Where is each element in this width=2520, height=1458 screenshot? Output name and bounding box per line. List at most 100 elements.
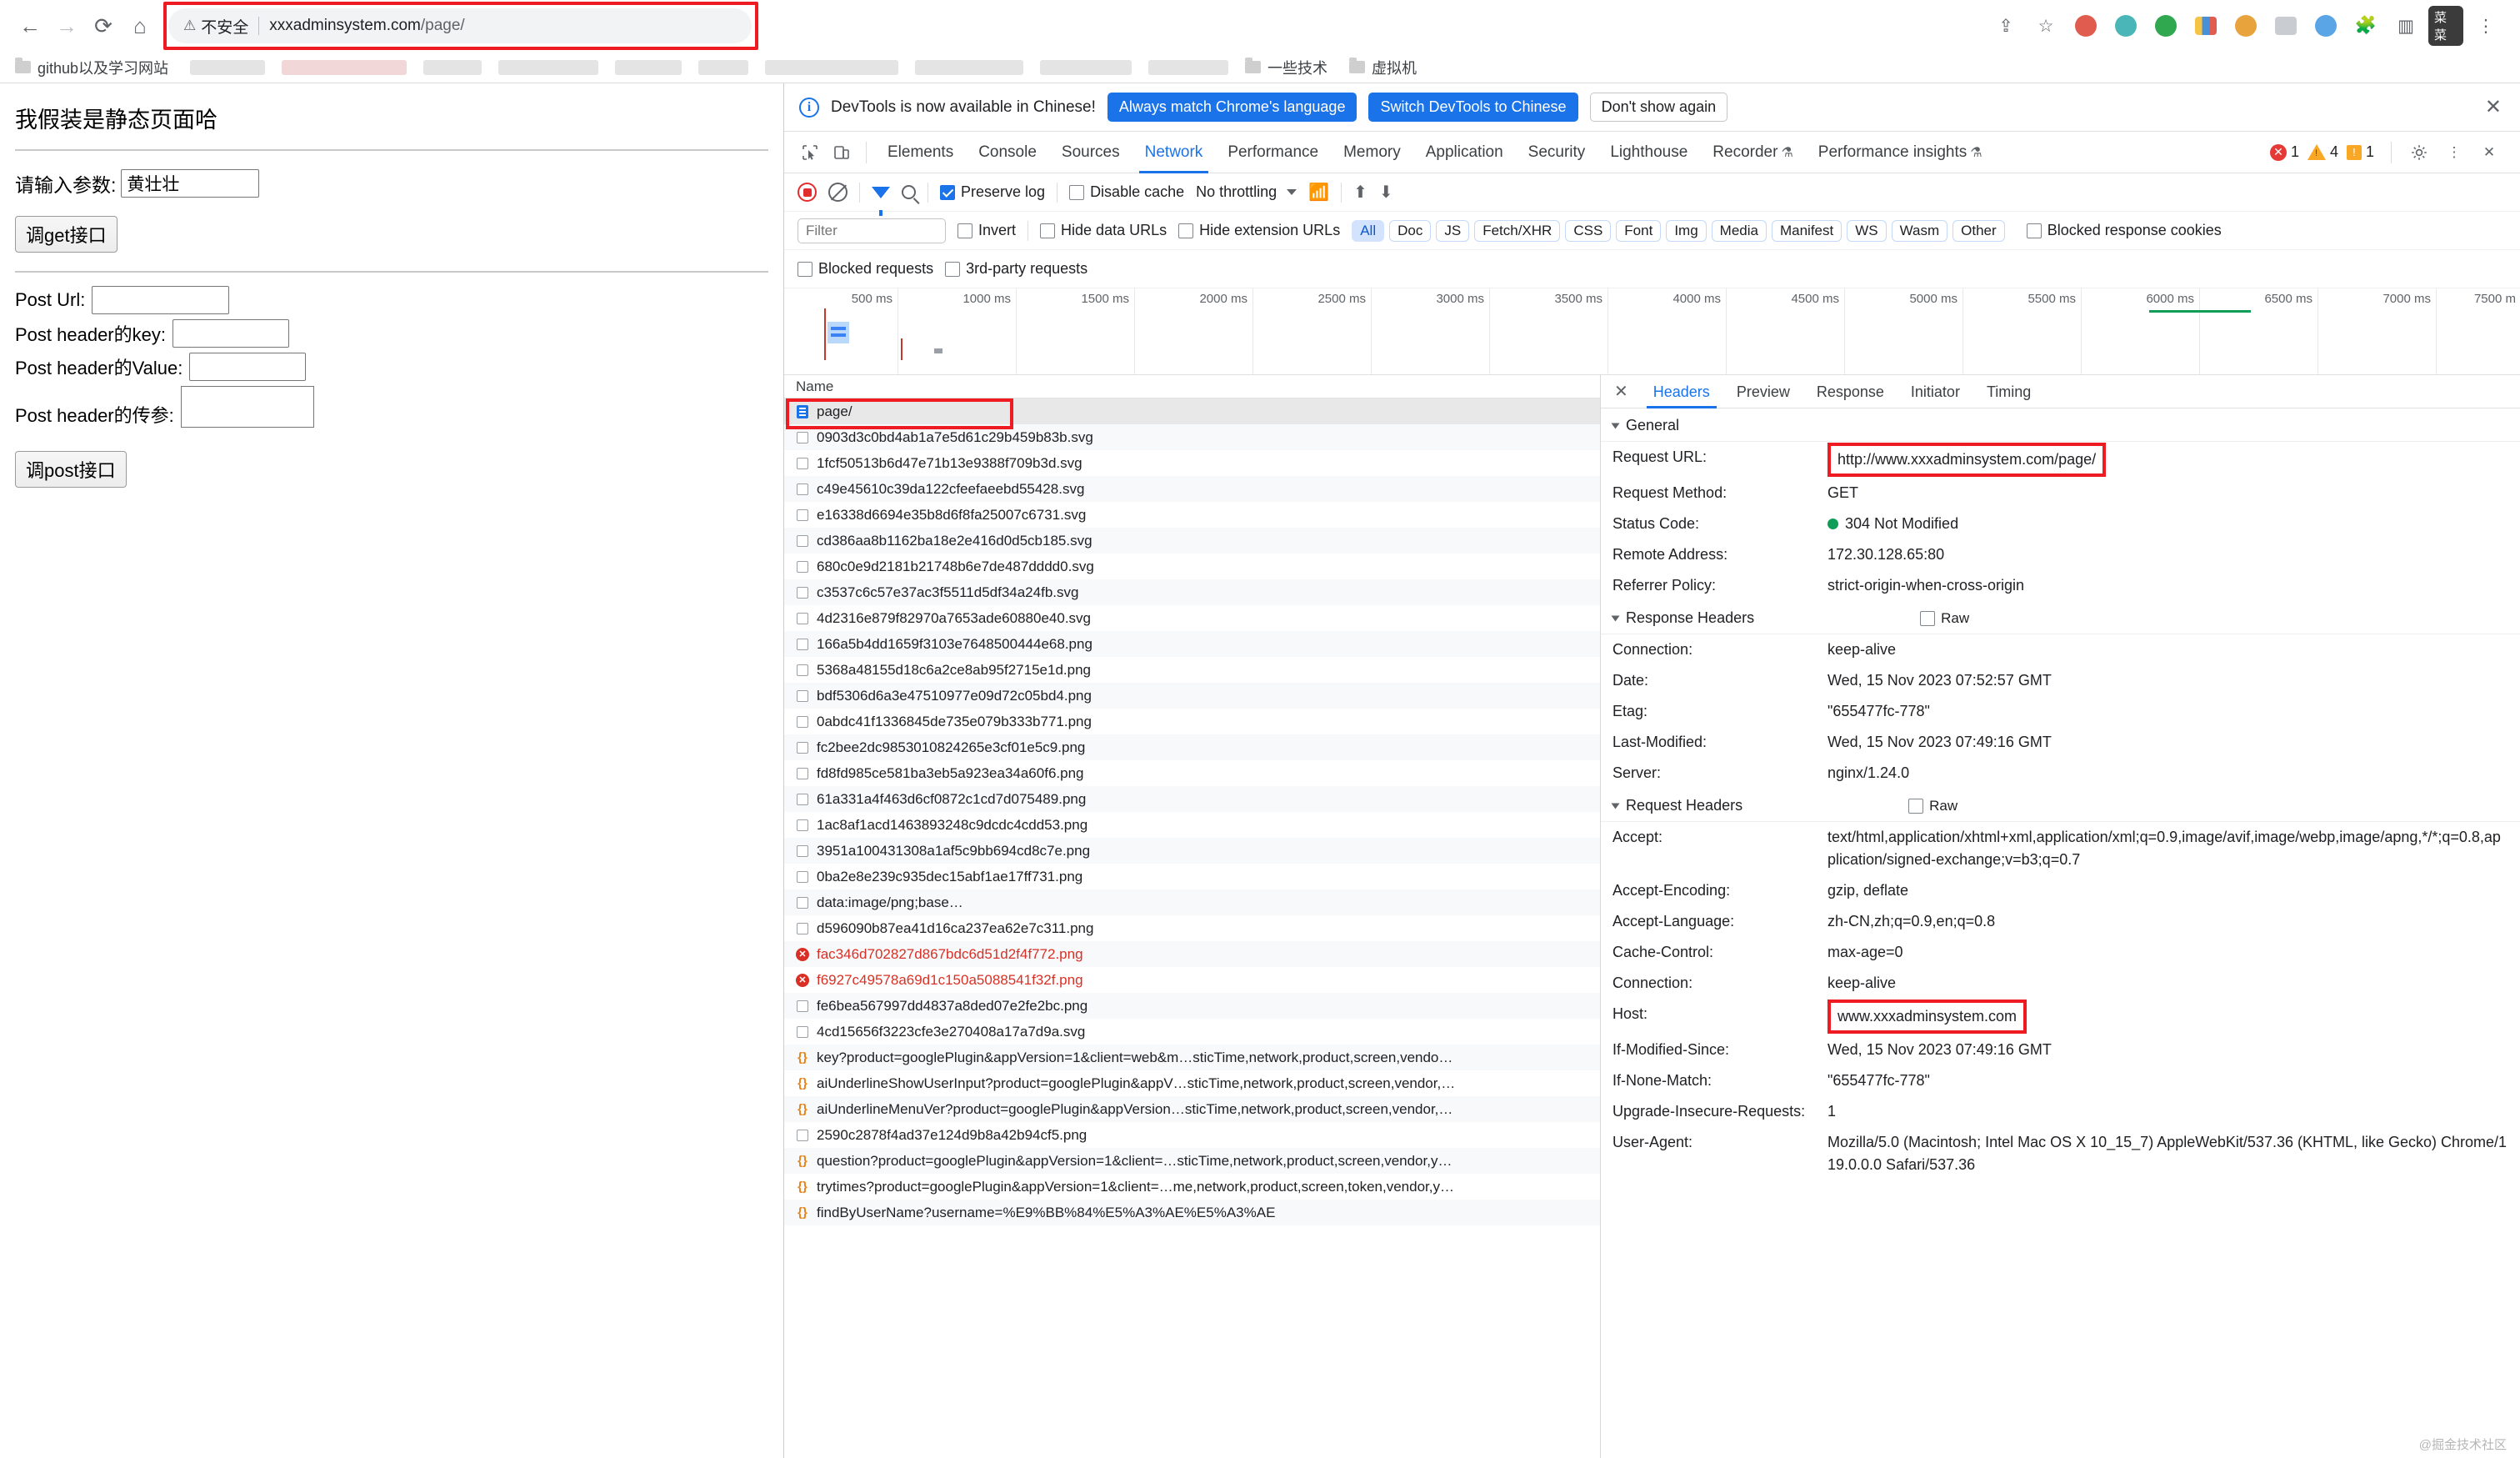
request-row[interactable]: 61a331a4f463d6cf0872c1cd7d075489.png bbox=[784, 786, 1600, 812]
share-icon[interactable]: ⇪ bbox=[1988, 8, 2023, 43]
invert-toggle[interactable]: Invert bbox=[958, 222, 1016, 239]
error-counter[interactable]: ✕ 1 bbox=[2270, 143, 2299, 161]
request-row[interactable]: {}key?product=googlePlugin&appVersion=1&… bbox=[784, 1045, 1600, 1070]
extension-blue-icon[interactable] bbox=[2308, 8, 2343, 43]
raw-toggle-response[interactable]: Raw bbox=[1920, 610, 1969, 627]
settings-gear-icon[interactable] bbox=[2403, 137, 2435, 168]
stop-recording-icon[interactable] bbox=[798, 183, 817, 202]
tab-console[interactable]: Console bbox=[966, 132, 1049, 173]
request-row[interactable]: {}question?product=googlePlugin&appVersi… bbox=[784, 1148, 1600, 1174]
extension-bars-icon[interactable] bbox=[2188, 8, 2223, 43]
tab-sources[interactable]: Sources bbox=[1049, 132, 1132, 173]
preserve-log-toggle[interactable]: Preserve log bbox=[940, 183, 1045, 201]
request-row[interactable]: page/ bbox=[784, 398, 1600, 424]
extension-pin-red-icon[interactable] bbox=[2068, 8, 2103, 43]
blocked-requests-toggle[interactable]: Blocked requests bbox=[798, 260, 933, 278]
network-conditions-icon[interactable]: 📶 bbox=[1308, 182, 1329, 203]
section-header-general[interactable]: General bbox=[1601, 408, 2520, 442]
type-chip-other[interactable]: Other bbox=[1952, 220, 2005, 242]
disable-cache-toggle[interactable]: Disable cache bbox=[1069, 183, 1184, 201]
type-chip-doc[interactable]: Doc bbox=[1389, 220, 1431, 242]
tab-application[interactable]: Application bbox=[1413, 132, 1516, 173]
dont-show-again-button[interactable]: Don't show again bbox=[1590, 93, 1728, 122]
bookmark-blurred[interactable] bbox=[423, 60, 482, 75]
request-row[interactable]: fc2bee2dc9853010824265e3cf01e5c9.png bbox=[784, 734, 1600, 760]
request-row[interactable]: 3951a100431308a1af5c9bb694cd8c7e.png bbox=[784, 838, 1600, 864]
hide-data-urls-toggle[interactable]: Hide data URLs bbox=[1040, 222, 1167, 239]
type-chip-all[interactable]: All bbox=[1352, 220, 1384, 242]
type-chip-manifest[interactable]: Manifest bbox=[1772, 220, 1842, 242]
request-row[interactable]: c49e45610c39da122cfeefaeebd55428.svg bbox=[784, 476, 1600, 502]
import-har-icon[interactable]: ⬆ bbox=[1353, 182, 1368, 203]
type-chip-css[interactable]: CSS bbox=[1565, 220, 1611, 242]
type-chip-media[interactable]: Media bbox=[1712, 220, 1767, 242]
bookmark-blurred[interactable] bbox=[498, 60, 598, 75]
tab-performance-insights[interactable]: Performance insights⚗ bbox=[1806, 132, 1995, 173]
extension-grey-icon[interactable] bbox=[2268, 8, 2303, 43]
side-panel-icon[interactable]: ▥ bbox=[2388, 8, 2423, 43]
search-icon[interactable] bbox=[902, 185, 916, 199]
tab-recorder[interactable]: Recorder⚗ bbox=[1700, 132, 1806, 173]
security-label[interactable]: 不安全 bbox=[201, 15, 248, 38]
request-row[interactable]: 5368a48155d18c6a2ce8ab95f2715e1d.png bbox=[784, 657, 1600, 683]
post-header-body-textarea[interactable] bbox=[181, 386, 314, 428]
post-url-input[interactable] bbox=[92, 286, 229, 314]
section-header-response-headers[interactable]: Response Headers Raw bbox=[1601, 601, 2520, 634]
post-header-key-input[interactable] bbox=[172, 319, 289, 348]
device-toolbar-icon[interactable] bbox=[826, 137, 858, 168]
type-chip-font[interactable]: Font bbox=[1616, 220, 1661, 242]
tab-elements[interactable]: Elements bbox=[875, 132, 966, 173]
bookmark-star-icon[interactable]: ☆ bbox=[2028, 8, 2063, 43]
request-row[interactable]: 680c0e9d2181b21748b6e7de487dddd0.svg bbox=[784, 554, 1600, 579]
filter-input[interactable] bbox=[798, 218, 946, 243]
inspect-element-icon[interactable] bbox=[794, 137, 826, 168]
extension-orange-icon[interactable] bbox=[2228, 8, 2263, 43]
bookmark-blurred[interactable] bbox=[765, 60, 898, 75]
filter-funnel-icon[interactable] bbox=[872, 187, 890, 198]
tab-network[interactable]: Network bbox=[1132, 132, 1216, 173]
type-chip-js[interactable]: JS bbox=[1436, 220, 1469, 242]
call-post-api-button[interactable]: 调post接口 bbox=[15, 451, 127, 488]
switch-devtools-chinese-button[interactable]: Switch DevTools to Chinese bbox=[1368, 93, 1578, 122]
close-details-icon[interactable]: ✕ bbox=[1611, 381, 1640, 402]
param-input[interactable] bbox=[121, 169, 259, 198]
bookmark-blurred[interactable] bbox=[615, 60, 682, 75]
request-row[interactable]: 166a5b4dd1659f3103e7648500444e68.png bbox=[784, 631, 1600, 657]
detail-tab-response[interactable]: Response bbox=[1803, 375, 1898, 408]
request-row[interactable]: {}aiUnderlineShowUserInput?product=googl… bbox=[784, 1070, 1600, 1096]
call-get-api-button[interactable]: 调get接口 bbox=[15, 216, 118, 253]
back-icon[interactable]: ← bbox=[12, 8, 48, 44]
request-row[interactable]: 2590c2878f4ad37e124d9b8a42b94cf5.png bbox=[784, 1122, 1600, 1148]
hide-extension-urls-toggle[interactable]: Hide extension URLs bbox=[1178, 222, 1340, 239]
home-icon[interactable]: ⌂ bbox=[122, 8, 158, 44]
request-row[interactable]: e16338d6694e35b8d6f8fa25007c6731.svg bbox=[784, 502, 1600, 528]
profile-avatar[interactable]: 菜菜 bbox=[2428, 8, 2463, 43]
reload-icon[interactable]: ⟳ bbox=[85, 8, 122, 44]
throttling-select[interactable]: No throttling bbox=[1196, 183, 1297, 201]
raw-toggle-request[interactable]: Raw bbox=[1908, 798, 1958, 814]
info-counter[interactable]: ! 1 bbox=[2347, 143, 2374, 161]
type-chip-ws[interactable]: WS bbox=[1847, 220, 1886, 242]
chrome-menu-icon[interactable]: ⋮ bbox=[2468, 8, 2503, 43]
export-har-icon[interactable]: ⬇ bbox=[1379, 182, 1393, 203]
tab-performance[interactable]: Performance bbox=[1215, 132, 1331, 173]
type-chip-img[interactable]: Img bbox=[1666, 220, 1706, 242]
third-party-requests-toggle[interactable]: 3rd-party requests bbox=[945, 260, 1088, 278]
type-chip-wasm[interactable]: Wasm bbox=[1892, 220, 1948, 242]
request-row[interactable]: 0abdc41f1336845de735e079b333b771.png bbox=[784, 709, 1600, 734]
post-header-value-input[interactable] bbox=[189, 353, 306, 381]
request-row[interactable]: c3537c6c57e37ac3f5511d5df34a24fb.svg bbox=[784, 579, 1600, 605]
detail-tab-initiator[interactable]: Initiator bbox=[1898, 375, 1973, 408]
request-row[interactable]: d596090b87ea41d16ca237ea62e7c311.png bbox=[784, 915, 1600, 941]
request-row[interactable]: data:image/png;base… bbox=[784, 889, 1600, 915]
bookmark-blurred[interactable] bbox=[1148, 60, 1228, 75]
request-row[interactable]: fd8fd985ce581ba3eb5a923ea34a60f6.png bbox=[784, 760, 1600, 786]
extension-chrome-icon[interactable] bbox=[2148, 8, 2183, 43]
warning-counter[interactable]: 4 bbox=[2308, 143, 2338, 161]
detail-tab-headers[interactable]: Headers bbox=[1640, 375, 1723, 408]
address-bar[interactable]: ⚠ 不安全 xxxadminsystem.com/page/ bbox=[168, 8, 752, 43]
request-row[interactable]: 1ac8af1acd1463893248c9dcdc4cdd53.png bbox=[784, 812, 1600, 838]
request-row[interactable]: {}trytimes?product=googlePlugin&appVersi… bbox=[784, 1174, 1600, 1200]
bookmark-item-tech[interactable]: 一些技术 bbox=[1245, 57, 1328, 78]
bookmark-blurred[interactable] bbox=[698, 60, 748, 75]
